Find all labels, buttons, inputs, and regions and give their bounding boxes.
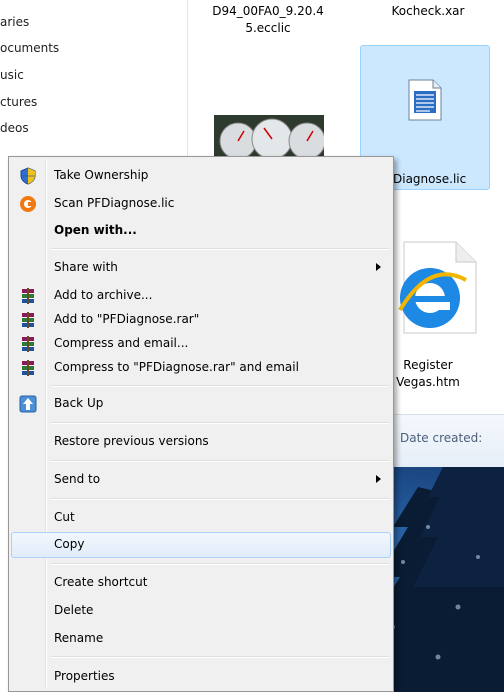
menu-item-add-to-rar[interactable]: Add to "PFDiagnose.rar"	[11, 307, 391, 333]
menu-item-copy[interactable]: Copy	[11, 532, 391, 558]
date-created-label: Date created:	[400, 431, 483, 445]
uac-shield-icon	[20, 167, 36, 185]
menu-label: Send to	[54, 472, 101, 486]
menu-item-delete[interactable]: Delete	[11, 598, 391, 624]
menu-label: Add to archive...	[54, 288, 153, 302]
winrar-icon	[22, 288, 34, 304]
menu-label: Delete	[54, 603, 94, 617]
menu-label: Compress to "PFDiagnose.rar" and email	[54, 360, 299, 374]
menu-item-create-shortcut[interactable]: Create shortcut	[11, 570, 391, 596]
winrar-icon	[22, 312, 34, 328]
menu-separator	[51, 422, 389, 424]
ie-file-icon[interactable]	[384, 240, 479, 335]
file-name-line[interactable]: 5.ecclic	[198, 21, 338, 36]
menu-item-compress-rar-email[interactable]: Compress to "PFDiagnose.rar" and email	[11, 355, 391, 381]
menu-separator	[51, 498, 389, 500]
menu-separator	[51, 385, 389, 387]
nav-item-pictures[interactable]: ctures	[0, 95, 37, 109]
antivirus-icon	[20, 196, 36, 212]
file-name[interactable]: Kocheck.xar	[363, 4, 493, 19]
menu-item-add-to-archive[interactable]: Add to archive...	[11, 283, 391, 309]
menu-label: Cut	[54, 510, 75, 524]
menu-item-send-to[interactable]: Send to	[11, 467, 391, 493]
menu-item-scan[interactable]: Scan PFDiagnose.lic	[11, 191, 391, 217]
menu-item-back-up[interactable]: Back Up	[11, 391, 391, 417]
menu-label: Add to "PFDiagnose.rar"	[54, 312, 200, 326]
menu-label: Create shortcut	[54, 575, 148, 589]
nav-item-videos[interactable]: deos	[0, 121, 29, 135]
menu-label: Restore previous versions	[54, 434, 209, 448]
context-menu: Take Ownership Scan PFDiagnose.lic Open …	[8, 156, 394, 692]
menu-item-cut[interactable]: Cut	[11, 505, 391, 531]
menu-label: Back Up	[54, 396, 104, 410]
backup-icon	[19, 395, 37, 413]
submenu-arrow-icon	[376, 263, 381, 271]
text-document-icon	[408, 79, 442, 121]
menu-separator	[51, 656, 389, 658]
file-name-line[interactable]: D94_00FA0_9.20.4	[198, 4, 338, 19]
selected-file-name: Diagnose.lic	[393, 172, 467, 186]
menu-item-take-ownership[interactable]: Take Ownership	[11, 163, 391, 189]
menu-separator	[51, 460, 389, 462]
menu-label: Scan PFDiagnose.lic	[54, 196, 175, 210]
submenu-arrow-icon	[376, 475, 381, 483]
winrar-icon	[22, 360, 34, 376]
menu-item-share-with[interactable]: Share with	[11, 255, 391, 281]
menu-label: Compress and email...	[54, 336, 189, 350]
menu-item-properties[interactable]: Properties	[11, 664, 391, 690]
menu-label: Share with	[54, 260, 118, 274]
menu-item-rename[interactable]: Rename	[11, 626, 391, 652]
menu-label: Copy	[54, 537, 85, 551]
menu-separator	[51, 563, 389, 565]
winrar-icon	[22, 336, 34, 352]
nav-item-music[interactable]: usic	[0, 68, 24, 82]
menu-item-open-with[interactable]: Open with...	[11, 218, 391, 244]
nav-item-libraries[interactable]: aries	[0, 15, 29, 29]
menu-label: Rename	[54, 631, 104, 645]
menu-item-restore-previous-versions[interactable]: Restore previous versions	[11, 429, 391, 455]
menu-separator	[51, 248, 389, 250]
nav-item-documents[interactable]: ocuments	[0, 41, 59, 55]
gauge-thumbnail[interactable]	[214, 115, 324, 160]
menu-item-compress-email[interactable]: Compress and email...	[11, 331, 391, 357]
menu-label: Open with...	[54, 223, 137, 237]
menu-label: Properties	[54, 669, 115, 683]
menu-label: Take Ownership	[54, 168, 149, 182]
